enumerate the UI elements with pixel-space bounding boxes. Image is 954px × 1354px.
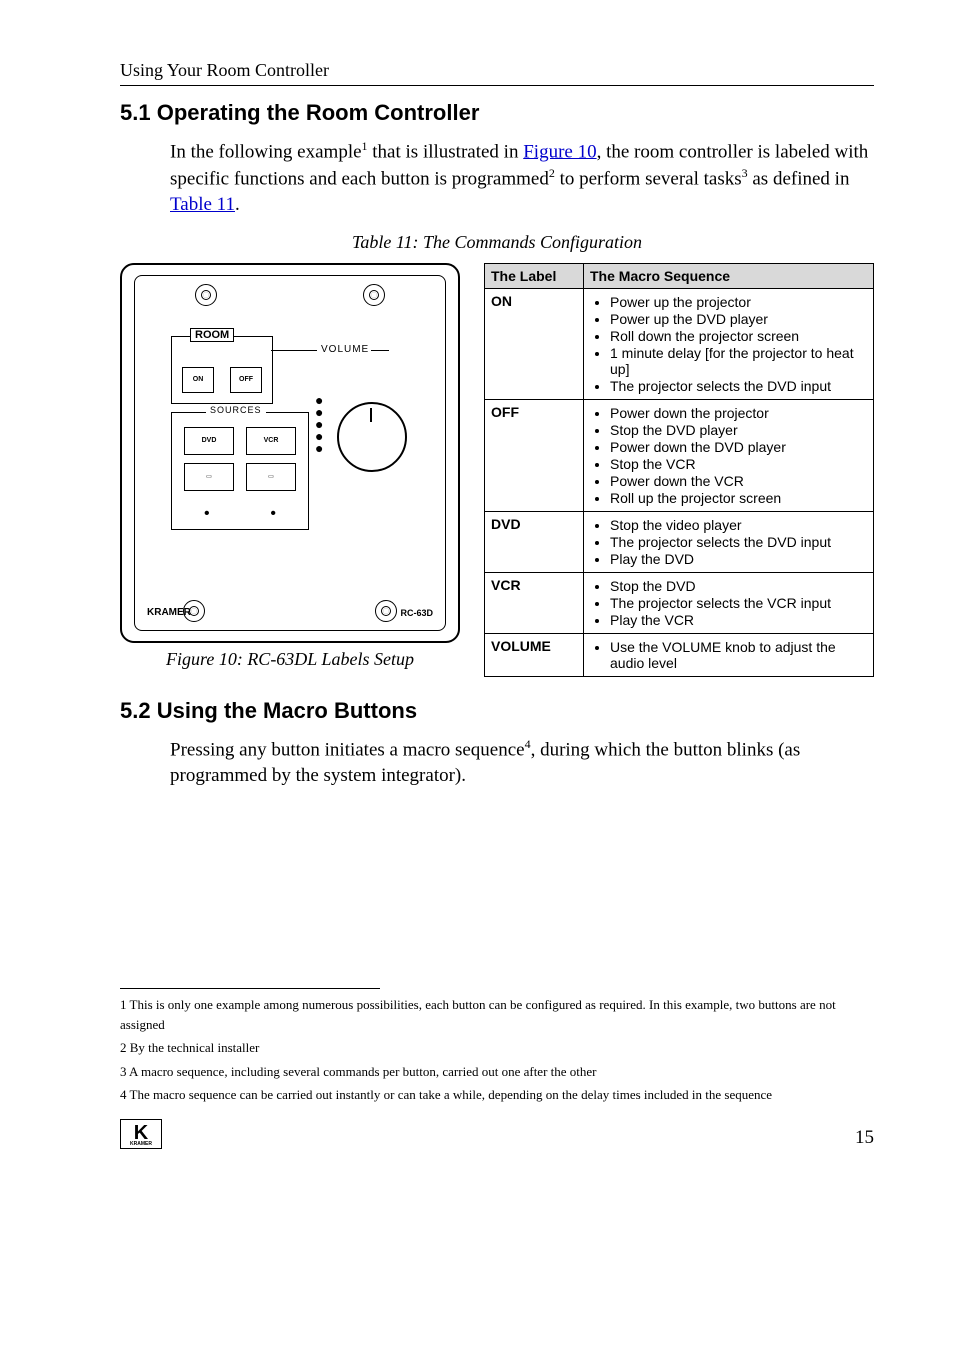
figure-10-link[interactable]: Figure 10 — [523, 141, 596, 162]
indicator-dot: • — [204, 505, 210, 523]
row-sequence: Stop the video player The projector sele… — [584, 511, 874, 572]
row-sequence: Use the VOLUME knob to adjust the audio … — [584, 633, 874, 676]
dvd-button: DVD — [184, 427, 234, 455]
screw-icon — [363, 284, 385, 306]
volume-label: VOLUME — [321, 344, 369, 355]
list-item: Stop the video player — [610, 517, 867, 533]
row-label: DVD — [485, 511, 584, 572]
off-button: OFF — [230, 367, 262, 393]
section-5-2-heading: 5.2 Using the Macro Buttons — [120, 698, 874, 724]
row-sequence: Power down the projector Stop the DVD pl… — [584, 399, 874, 511]
table-row: ON Power up the projector Power up the D… — [485, 288, 874, 399]
knob-indicator — [370, 408, 372, 422]
room-label: ROOM — [190, 328, 234, 342]
table-row: DVD Stop the video player The projector … — [485, 511, 874, 572]
list-item: Play the VCR — [610, 612, 867, 628]
device-figure: ROOM ON OFF VOLUME ●●●●● SOURCES DVD V — [120, 263, 460, 643]
section-5-1-number: 5.1 — [120, 100, 151, 125]
footnote-rule — [120, 988, 380, 989]
text-fragment: that is illustrated in — [368, 141, 524, 162]
list-item: Stop the VCR — [610, 456, 867, 472]
list-item: The projector selects the DVD input — [610, 378, 867, 394]
table-row: OFF Power down the projector Stop the DV… — [485, 399, 874, 511]
knob-scale-dots: ●●●●● — [315, 394, 323, 454]
list-item: The projector selects the VCR input — [610, 595, 867, 611]
list-item: Power down the DVD player — [610, 439, 867, 455]
kramer-logo-icon: K KRAMER — [120, 1119, 162, 1149]
model-label: RC-63D — [400, 608, 433, 618]
list-item: Play the DVD — [610, 551, 867, 567]
list-item: Power up the projector — [610, 294, 867, 310]
col-header-label: The Label — [485, 263, 584, 288]
volume-connector-line — [371, 350, 389, 351]
screw-icon — [375, 600, 397, 622]
header-rule — [120, 85, 874, 86]
footnote-2: 2 By the technical installer — [120, 1038, 874, 1058]
text-fragment: Pressing any button initiates a macro se… — [170, 739, 525, 760]
list-item: Roll up the projector screen — [610, 490, 867, 506]
list-item: 1 minute delay [for the projector to hea… — [610, 345, 867, 377]
col-header-sequence: The Macro Sequence — [584, 263, 874, 288]
table-11-caption: Table 11: The Commands Configuration — [120, 232, 874, 253]
table-row: VCR Stop the DVD The projector selects t… — [485, 572, 874, 633]
device-panel: ROOM ON OFF VOLUME ●●●●● SOURCES DVD V — [134, 275, 446, 631]
table-row: VOLUME Use the VOLUME knob to adjust the… — [485, 633, 874, 676]
volume-connector-line — [271, 350, 317, 351]
footnote-1: 1 This is only one example among numerou… — [120, 995, 874, 1034]
vcr-button: VCR — [246, 427, 296, 455]
macro-sequence-table: The Label The Macro Sequence ON Power up… — [484, 263, 874, 677]
running-header: Using Your Room Controller — [120, 60, 874, 81]
row-sequence: Stop the DVD The projector selects the V… — [584, 572, 874, 633]
source-button-blank: ▭ — [184, 463, 234, 491]
list-item: Stop the DVD player — [610, 422, 867, 438]
list-item: Stop the DVD — [610, 578, 867, 594]
section-5-1-heading: 5.1 Operating the Room Controller — [120, 100, 874, 126]
indicator-dot: • — [270, 505, 276, 523]
row-label: VCR — [485, 572, 584, 633]
brand-label: KRAMER — [147, 607, 191, 618]
sources-group: SOURCES DVD VCR ▭ ▭ • • — [171, 412, 309, 530]
text-fragment: . — [235, 194, 240, 215]
section-5-2-title: Using the Macro Buttons — [157, 698, 417, 723]
on-button: ON — [182, 367, 214, 393]
volume-knob — [337, 402, 407, 472]
sources-label: SOURCES — [206, 405, 266, 415]
list-item: Roll down the projector screen — [610, 328, 867, 344]
section-5-2-number: 5.2 — [120, 698, 151, 723]
text-fragment: as defined in — [748, 168, 850, 189]
text-fragment: to perform several tasks — [555, 168, 742, 189]
list-item: Use the VOLUME knob to adjust the audio … — [610, 639, 867, 671]
row-label: OFF — [485, 399, 584, 511]
section-5-2-paragraph: Pressing any button initiates a macro se… — [170, 736, 874, 789]
section-5-1-title: Operating the Room Controller — [157, 100, 480, 125]
footnote-4: 4 The macro sequence can be carried out … — [120, 1085, 874, 1105]
table-header-row: The Label The Macro Sequence — [485, 263, 874, 288]
table-11-link[interactable]: Table 11 — [170, 194, 235, 215]
text-fragment: In the following example — [170, 141, 362, 162]
row-label: ON — [485, 288, 584, 399]
room-group: ROOM ON OFF — [171, 336, 273, 404]
logo-subtext: KRAMER — [130, 1141, 152, 1147]
list-item: The projector selects the DVD input — [610, 534, 867, 550]
page-number: 15 — [855, 1127, 874, 1149]
row-sequence: Power up the projector Power up the DVD … — [584, 288, 874, 399]
section-5-1-paragraph: In the following example1 that is illust… — [170, 138, 874, 218]
screw-icon — [195, 284, 217, 306]
list-item: Power down the VCR — [610, 473, 867, 489]
figure-10-caption: Figure 10: RC-63DL Labels Setup — [120, 649, 460, 670]
source-button-blank: ▭ — [246, 463, 296, 491]
list-item: Power down the projector — [610, 405, 867, 421]
footnote-3: 3 A macro sequence, including several co… — [120, 1062, 874, 1082]
row-label: VOLUME — [485, 633, 584, 676]
list-item: Power up the DVD player — [610, 311, 867, 327]
